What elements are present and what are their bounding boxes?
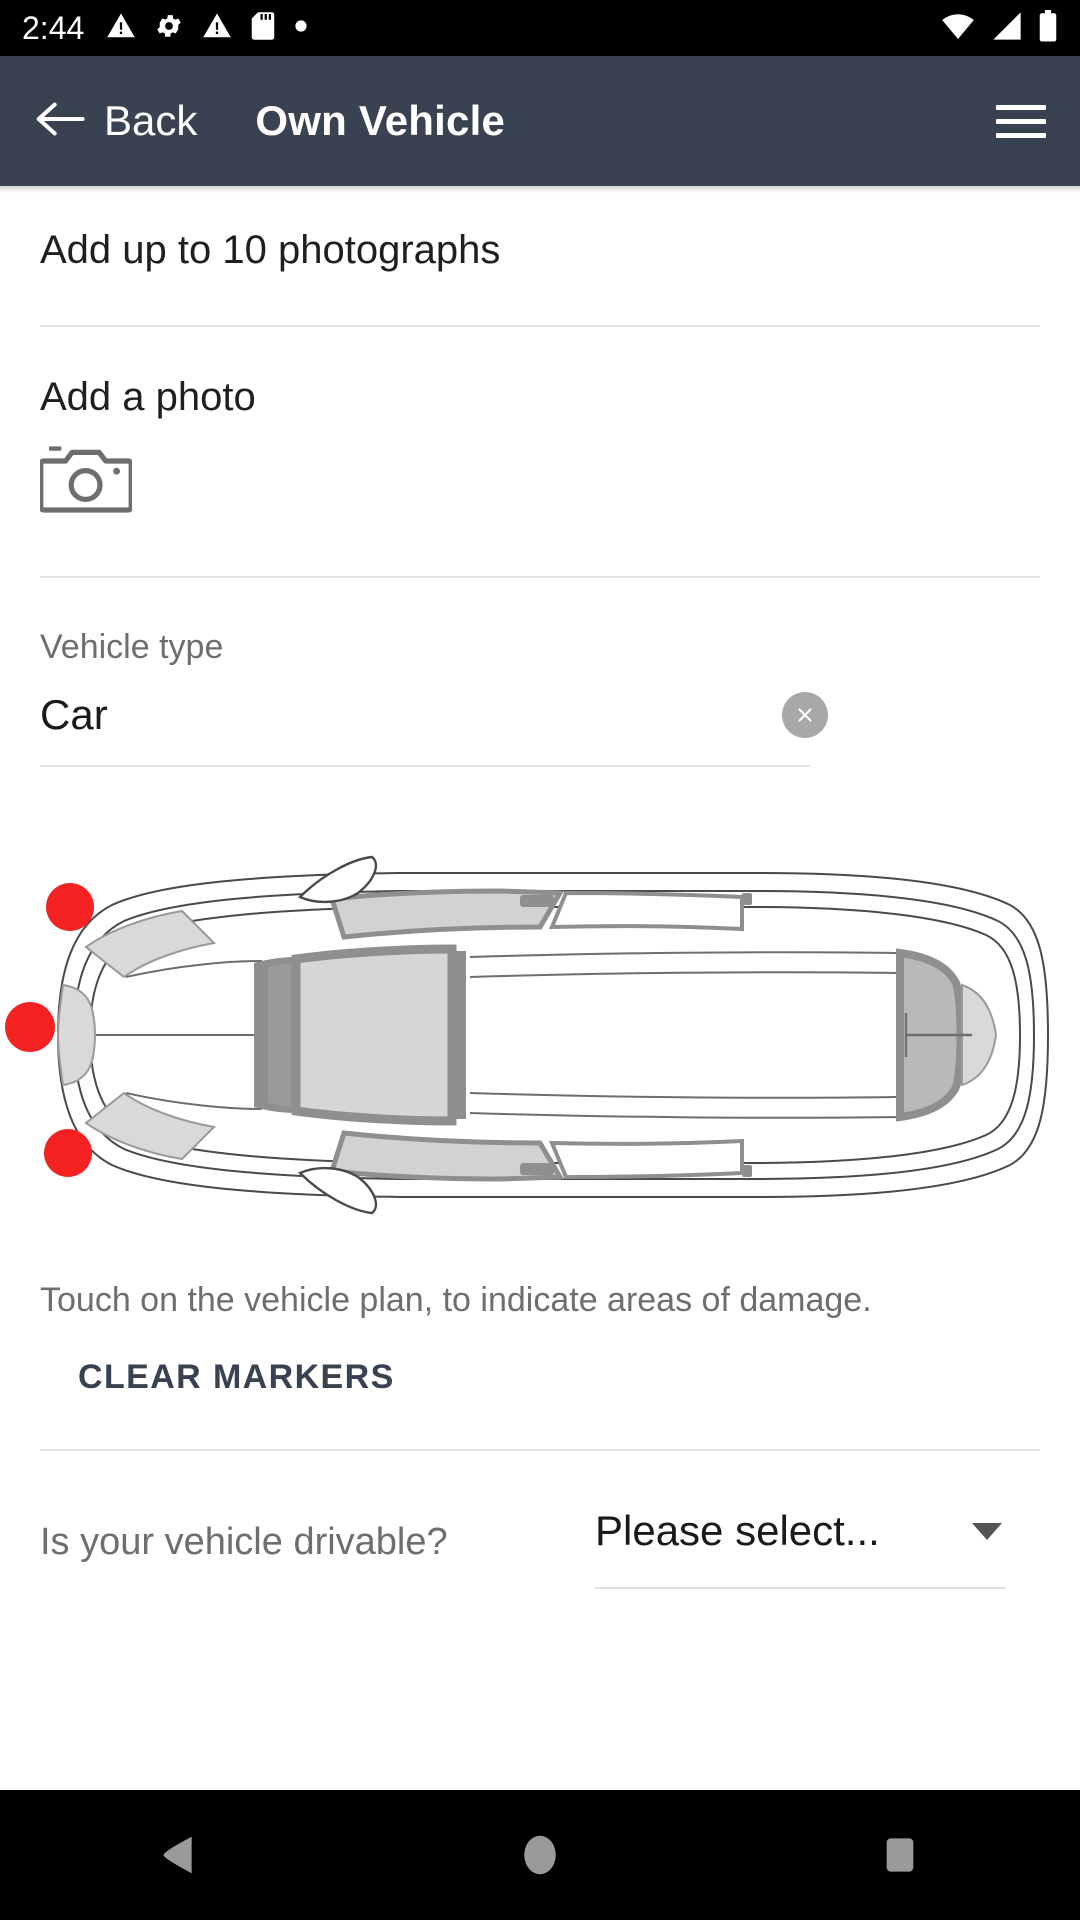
page-title: Own Vehicle bbox=[255, 97, 506, 144]
photos-section-title: Add up to 10 photographs bbox=[40, 228, 501, 272]
field-underline bbox=[40, 765, 810, 767]
android-navigation-bar bbox=[0, 1790, 1080, 1920]
drivable-select[interactable]: Please select... bbox=[595, 1507, 1006, 1589]
nav-back-triangle-icon[interactable] bbox=[80, 1790, 280, 1920]
drivable-select-value: Please select... bbox=[595, 1507, 880, 1554]
vehicle-damage-plan[interactable] bbox=[0, 835, 1080, 1235]
damage-marker[interactable] bbox=[46, 883, 94, 931]
app-bar: Back Own Vehicle bbox=[0, 56, 1080, 186]
status-bar-system-icons bbox=[940, 9, 1058, 47]
car-top-view-diagram[interactable] bbox=[0, 835, 1080, 1235]
arrow-left-icon bbox=[34, 97, 88, 146]
chevron-down-icon bbox=[972, 1522, 1002, 1540]
close-x-icon[interactable] bbox=[782, 692, 828, 738]
warning-triangle-icon bbox=[106, 11, 136, 46]
sd-card-icon bbox=[250, 11, 276, 46]
back-button-label: Back bbox=[104, 97, 198, 144]
form-content: Add up to 10 photographs Add a photo Veh… bbox=[0, 186, 1080, 1790]
damage-marker[interactable] bbox=[44, 1129, 92, 1177]
battery-icon bbox=[1038, 9, 1058, 47]
status-bar-notification-icons bbox=[106, 11, 308, 46]
clear-markers-button[interactable]: CLEAR MARKERS bbox=[0, 1320, 395, 1397]
phone-screen: 2:44 Back Own Vehicle Add up to 10 photo… bbox=[0, 0, 1080, 1920]
appbar-shadow bbox=[0, 186, 1080, 193]
vehicle-type-label: Vehicle type bbox=[40, 628, 224, 666]
add-photo-section: Add a photo bbox=[0, 327, 1080, 514]
drivable-label: Is your vehicle drivable? bbox=[40, 1521, 448, 1563]
status-bar: 2:44 bbox=[0, 0, 1080, 56]
camera-icon[interactable] bbox=[38, 442, 134, 514]
hamburger-menu-icon[interactable] bbox=[996, 104, 1046, 138]
drivable-question-row: Is your vehicle drivable? Please select.… bbox=[0, 1451, 1080, 1589]
back-button[interactable]: Back bbox=[34, 97, 197, 146]
damage-hint-text: Touch on the vehicle plan, to indicate a… bbox=[40, 1281, 872, 1319]
cellular-signal-icon bbox=[990, 11, 1024, 46]
nav-recents-square-icon[interactable] bbox=[800, 1790, 1000, 1920]
add-photo-label: Add a photo bbox=[40, 375, 256, 419]
warning-triangle-icon bbox=[202, 11, 232, 46]
nav-home-circle-icon[interactable] bbox=[440, 1790, 640, 1920]
gear-icon bbox=[154, 11, 184, 46]
select-underline bbox=[595, 1587, 1006, 1589]
wifi-icon bbox=[940, 11, 976, 46]
status-bar-clock: 2:44 bbox=[22, 10, 85, 46]
damage-marker[interactable] bbox=[5, 1002, 55, 1052]
dot-icon bbox=[294, 19, 308, 38]
vehicle-type-field: Vehicle type Car bbox=[0, 578, 1080, 767]
vehicle-type-value[interactable]: Car bbox=[40, 691, 782, 739]
